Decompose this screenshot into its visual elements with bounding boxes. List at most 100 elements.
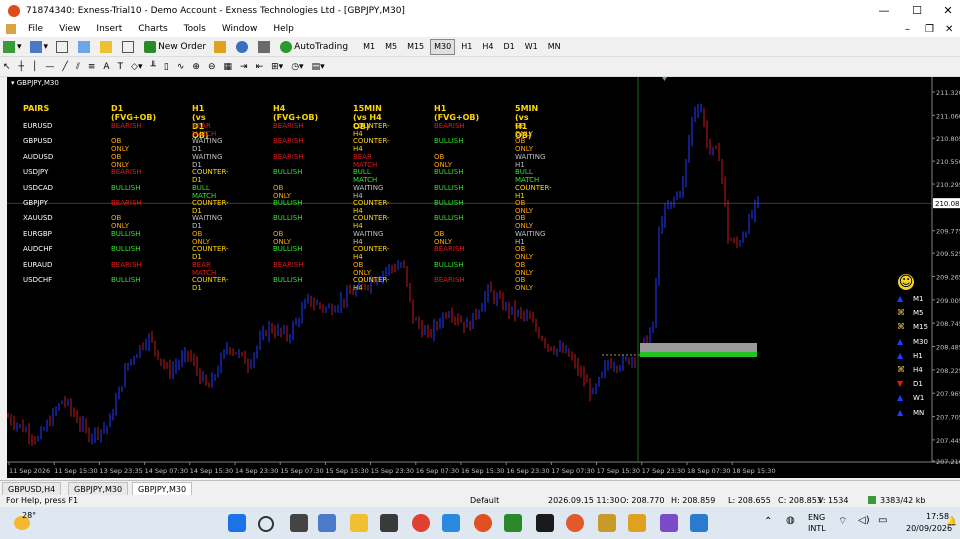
matrix-cell: OB ONLY bbox=[111, 214, 129, 231]
teams-icon[interactable] bbox=[318, 514, 336, 532]
tab-gbpusd-h4[interactable]: GBPUSD,H4 bbox=[2, 482, 62, 496]
menu-help[interactable]: Help bbox=[273, 24, 294, 34]
navigator-button[interactable] bbox=[97, 39, 117, 55]
horizontal-line-button[interactable]: — bbox=[42, 59, 57, 75]
tf-m30[interactable]: M30 bbox=[430, 38, 456, 55]
chart-window[interactable]: 211.320 211.060 210.805 210.550 210.295 210.0… bbox=[7, 77, 960, 478]
tray-chevron-icon[interactable]: ⌃ bbox=[764, 516, 772, 527]
market-icon bbox=[258, 40, 271, 53]
price-chart[interactable]: 211.320 211.060 210.805 210.550 210.295 210.0… bbox=[7, 77, 960, 478]
notification-icon[interactable]: 🔔 bbox=[946, 517, 957, 527]
matrix-cell: BEARISH bbox=[111, 199, 142, 207]
time-label: 15 Sep 15:30 bbox=[325, 467, 368, 475]
app-icon-red[interactable] bbox=[474, 514, 492, 532]
terminal-button[interactable] bbox=[119, 39, 139, 55]
candle-chart-button[interactable]: ▯ bbox=[161, 59, 172, 75]
profiles-icon bbox=[29, 40, 42, 53]
tile-button[interactable]: ▦ bbox=[221, 59, 236, 75]
tab-gbpjpy-m30-1[interactable]: GBPJPY,M30 bbox=[68, 482, 129, 496]
tf-w1[interactable]: W1 bbox=[521, 39, 542, 55]
time-label: 16 Sep 23:30 bbox=[506, 467, 549, 475]
task-view-icon[interactable] bbox=[290, 514, 308, 532]
line-chart-button[interactable]: ∿ bbox=[174, 59, 188, 75]
mtf-label: M1 bbox=[913, 295, 924, 303]
app-icon-purple[interactable] bbox=[660, 514, 678, 532]
new-chart-button[interactable]: ▾ bbox=[0, 39, 25, 55]
tab-gbpjpy-m30-2[interactable]: GBPJPY,M30 bbox=[132, 482, 193, 496]
label-button[interactable]: T bbox=[115, 59, 127, 75]
mtf-direction-icon: ⌘ bbox=[897, 365, 905, 374]
terminal-app-icon[interactable] bbox=[536, 514, 554, 532]
trendline-button[interactable]: ╱ bbox=[59, 59, 70, 75]
file-explorer-icon[interactable] bbox=[350, 514, 368, 532]
shapes-button[interactable]: ◇▾ bbox=[128, 59, 145, 75]
matrix-cell: OB ONLY bbox=[515, 137, 533, 154]
signals-button[interactable] bbox=[233, 39, 253, 55]
text-button[interactable]: A bbox=[100, 59, 112, 75]
app-icon-blue[interactable] bbox=[690, 514, 708, 532]
periods-button[interactable]: ◷▾ bbox=[288, 59, 306, 75]
menu-charts[interactable]: Charts bbox=[138, 24, 167, 34]
crosshair-button[interactable]: ┼ bbox=[16, 59, 27, 75]
tf-mn[interactable]: MN bbox=[544, 39, 565, 55]
templates-button[interactable]: ▤▾ bbox=[309, 59, 328, 75]
app-icon-gold[interactable] bbox=[598, 514, 616, 532]
tf-h1[interactable]: H1 bbox=[457, 39, 476, 55]
status-datetime: 2026.09.15 11:30 bbox=[548, 496, 620, 505]
indicators-button[interactable]: ⊞▾ bbox=[268, 59, 286, 75]
zoom-in-icon: ⊕ bbox=[192, 61, 200, 72]
search-icon[interactable] bbox=[258, 516, 274, 532]
lang-line2[interactable]: INTL bbox=[808, 524, 826, 533]
menu-insert[interactable]: Insert bbox=[96, 24, 122, 34]
tf-d1[interactable]: D1 bbox=[499, 39, 518, 55]
mdi-minimize-icon[interactable]: – bbox=[905, 24, 910, 35]
chart-shift-button[interactable]: ⇤ bbox=[253, 59, 267, 75]
bar-chart-button[interactable]: ╨ bbox=[148, 59, 159, 75]
time-label: 16 Sep 15:30 bbox=[461, 467, 504, 475]
lang-line1[interactable]: ENG bbox=[808, 513, 825, 522]
vertical-line-button[interactable]: │ bbox=[29, 59, 40, 75]
mt4-taskbar-icon[interactable] bbox=[566, 514, 584, 532]
mtf-label: MN bbox=[913, 408, 925, 417]
price-label: 208.225 bbox=[936, 367, 960, 375]
mdi-close-icon[interactable]: ✕ bbox=[945, 24, 953, 35]
new-order-button[interactable]: New Order bbox=[141, 39, 209, 55]
tf-m1[interactable]: M1 bbox=[359, 39, 379, 55]
channel-button[interactable]: ⫽ bbox=[73, 59, 83, 75]
store-icon[interactable] bbox=[380, 514, 398, 532]
tf-m5[interactable]: M5 bbox=[381, 39, 401, 55]
data-window-button[interactable] bbox=[75, 39, 95, 55]
autoscroll-button[interactable]: ⇥ bbox=[237, 59, 251, 75]
zoom-in-button[interactable]: ⊕ bbox=[189, 59, 203, 75]
auto-trading-button[interactable]: AutoTrading bbox=[277, 39, 351, 55]
time-label: 15 Sep 23:30 bbox=[371, 467, 414, 475]
menu-tools[interactable]: Tools bbox=[184, 24, 206, 34]
market-button[interactable] bbox=[255, 39, 275, 55]
menu-file[interactable]: File bbox=[28, 24, 43, 34]
status-high: H: 208.859 bbox=[671, 496, 716, 505]
mdi-restore-icon[interactable]: ❐ bbox=[925, 24, 934, 35]
profiles-button[interactable]: ▾ bbox=[27, 39, 52, 55]
matrix-pair: GBPJPY bbox=[23, 199, 48, 207]
market-watch-button[interactable] bbox=[53, 39, 73, 55]
start-icon[interactable] bbox=[228, 514, 246, 532]
tf-m15[interactable]: M15 bbox=[403, 39, 428, 55]
menu-window[interactable]: Window bbox=[222, 24, 258, 34]
strategy-button[interactable] bbox=[211, 39, 231, 55]
cursor-button[interactable]: ↖ bbox=[0, 59, 14, 75]
close-button[interactable]: ✕ bbox=[928, 0, 960, 21]
matrix-cell: BULLISH bbox=[111, 183, 141, 192]
tf-h4[interactable]: H4 bbox=[478, 39, 497, 55]
fibonacci-button[interactable]: ≡ bbox=[85, 59, 99, 75]
tray-app-icon[interactable]: ◍ bbox=[786, 515, 795, 526]
zoom-out-button[interactable]: ⊖ bbox=[205, 59, 219, 75]
menu-view[interactable]: View bbox=[59, 24, 80, 34]
auto-trading-icon bbox=[280, 40, 293, 53]
app-icon-green[interactable] bbox=[504, 514, 522, 532]
volume-icon[interactable]: ◁) bbox=[858, 515, 870, 526]
notes-icon[interactable] bbox=[628, 514, 646, 532]
wifi-icon[interactable]: ⌔ bbox=[838, 515, 847, 528]
chrome-icon[interactable] bbox=[412, 514, 430, 532]
battery-icon[interactable]: ▭ bbox=[878, 515, 887, 526]
photos-icon[interactable] bbox=[442, 514, 460, 532]
